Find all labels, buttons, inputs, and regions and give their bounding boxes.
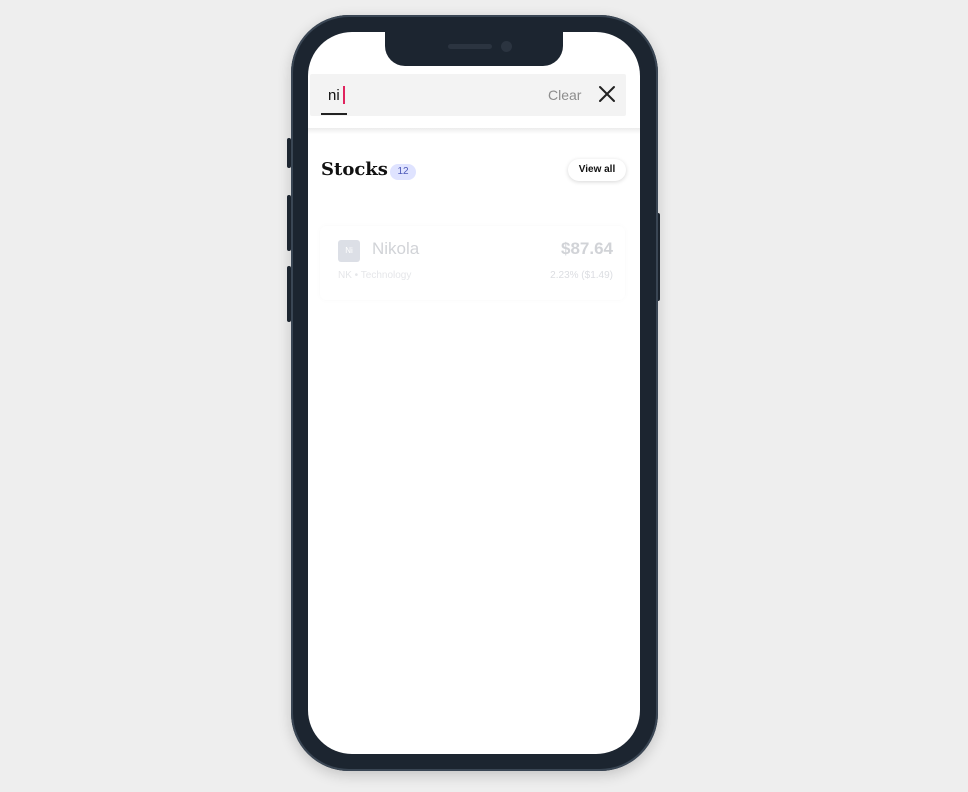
search-bar: Clear: [310, 74, 626, 116]
stock-logo: Ni: [338, 240, 360, 262]
close-icon[interactable]: [596, 83, 618, 105]
phone-notch: [385, 32, 563, 66]
header-divider: [308, 128, 640, 134]
phone-screen: Clear Stocks 12 View all Ni Nikola $87.6…: [308, 32, 640, 754]
stock-result-card[interactable]: Ni Nikola $87.64 NK • Technology 2.23% (…: [320, 226, 625, 300]
stock-price: $87.64: [561, 239, 613, 258]
view-all-button[interactable]: View all: [568, 159, 626, 181]
stock-ticker-sector: NK • Technology: [338, 270, 412, 281]
speaker-grille: [448, 44, 492, 49]
stocks-count-badge: 12: [390, 164, 416, 180]
stock-change: 2.23% ($1.49): [550, 270, 613, 281]
text-cursor: [343, 86, 345, 104]
front-camera: [501, 41, 512, 52]
stocks-section-title: Stocks: [321, 159, 388, 180]
search-input[interactable]: [328, 85, 528, 105]
stock-name: Nikola: [372, 239, 420, 258]
clear-button[interactable]: Clear: [548, 87, 581, 103]
background: Clear Stocks 12 View all Ni Nikola $87.6…: [0, 0, 968, 792]
active-tab-underline: [321, 113, 347, 115]
